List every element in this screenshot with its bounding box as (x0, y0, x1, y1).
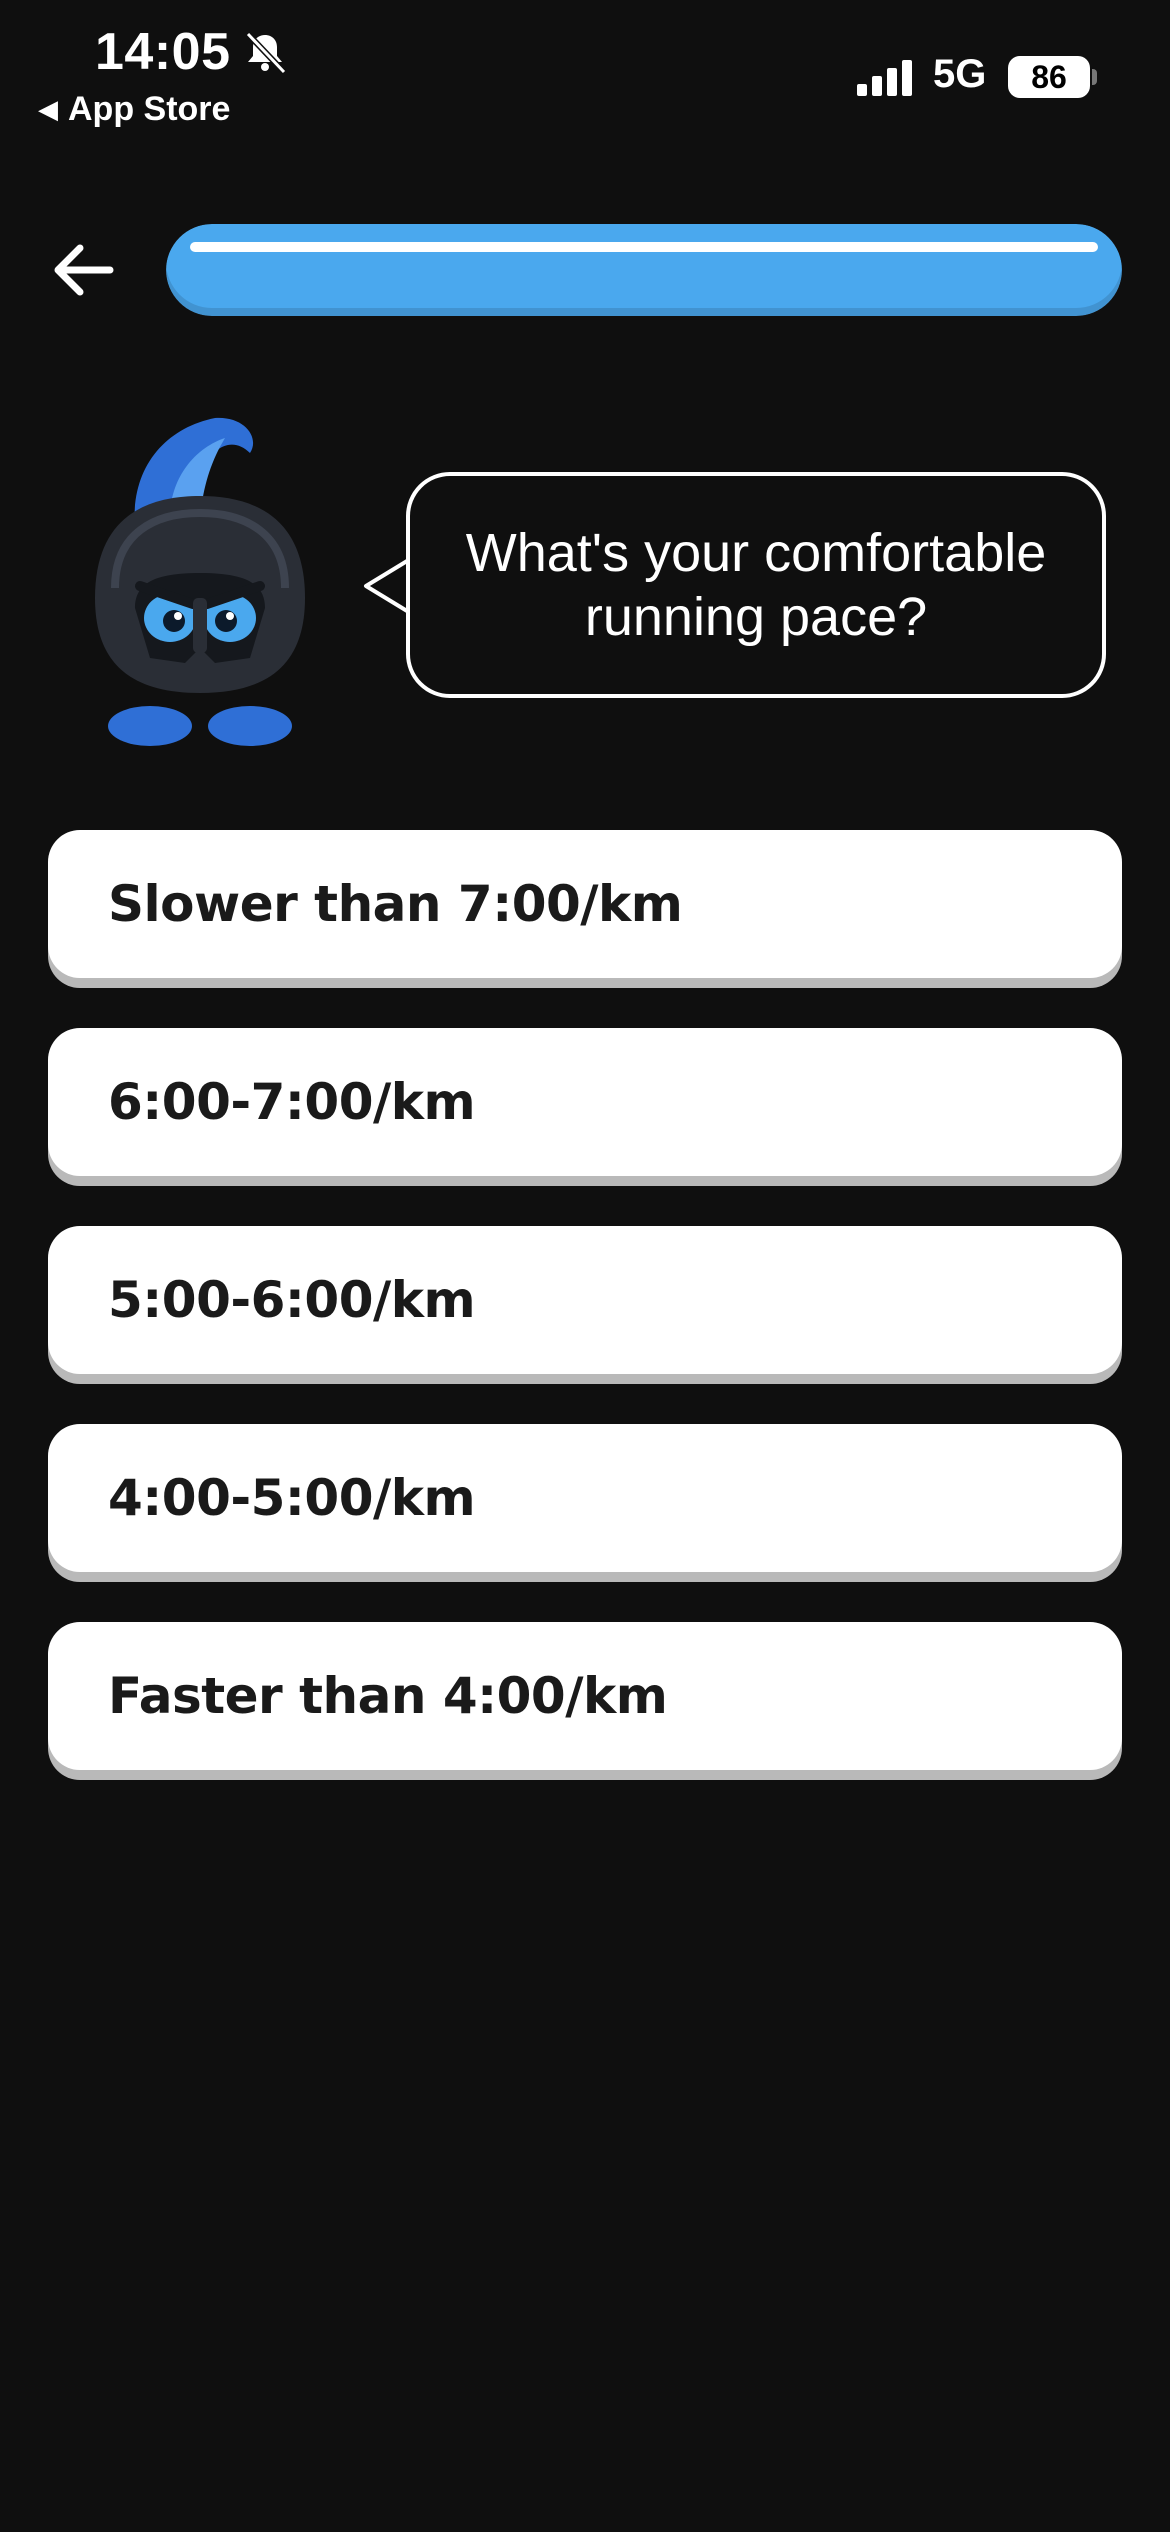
back-arrow-icon[interactable] (50, 240, 118, 300)
option-6-to-7[interactable]: 6:00-7:00/km (48, 1028, 1122, 1176)
speech-bubble-tail (364, 556, 412, 616)
option-label: Faster than 4:00/km (108, 1667, 668, 1725)
option-label: 6:00-7:00/km (108, 1073, 476, 1131)
status-time: 14:05 (95, 23, 231, 81)
back-to-app-store-link[interactable]: ◀ App Store (38, 90, 230, 129)
progress-fill (166, 224, 1122, 316)
screen: 14:05 ◀ App Store 5G 86 What's your comf… (0, 0, 1170, 2532)
battery-cap (1092, 69, 1097, 85)
cellular-signal-icon (857, 60, 912, 96)
option-slower-than-7[interactable]: Slower than 7:00/km (48, 830, 1122, 978)
spartan-helmet-mascot (95, 417, 305, 746)
bell-slash-icon (245, 31, 287, 75)
network-label: 5G (933, 52, 987, 96)
speech-bubble: What's your comfortable running pace? (406, 472, 1106, 698)
option-label: 5:00-6:00/km (108, 1271, 476, 1329)
progress-bar (166, 224, 1122, 316)
pace-options-list: Slower than 7:00/km 6:00-7:00/km 5:00-6:… (48, 830, 1122, 1820)
option-faster-than-4[interactable]: Faster than 4:00/km (48, 1622, 1122, 1770)
option-5-to-6[interactable]: 5:00-6:00/km (48, 1226, 1122, 1374)
progress-highlight (190, 242, 1098, 252)
option-4-to-5[interactable]: 4:00-5:00/km (48, 1424, 1122, 1572)
option-label: 4:00-5:00/km (108, 1469, 476, 1527)
battery-indicator: 86 (1008, 56, 1090, 98)
question-text: What's your comfortable running pace? (465, 523, 1047, 647)
back-triangle-icon: ◀ (38, 94, 58, 124)
back-app-label: App Store (68, 90, 231, 128)
option-label: Slower than 7:00/km (108, 875, 683, 933)
